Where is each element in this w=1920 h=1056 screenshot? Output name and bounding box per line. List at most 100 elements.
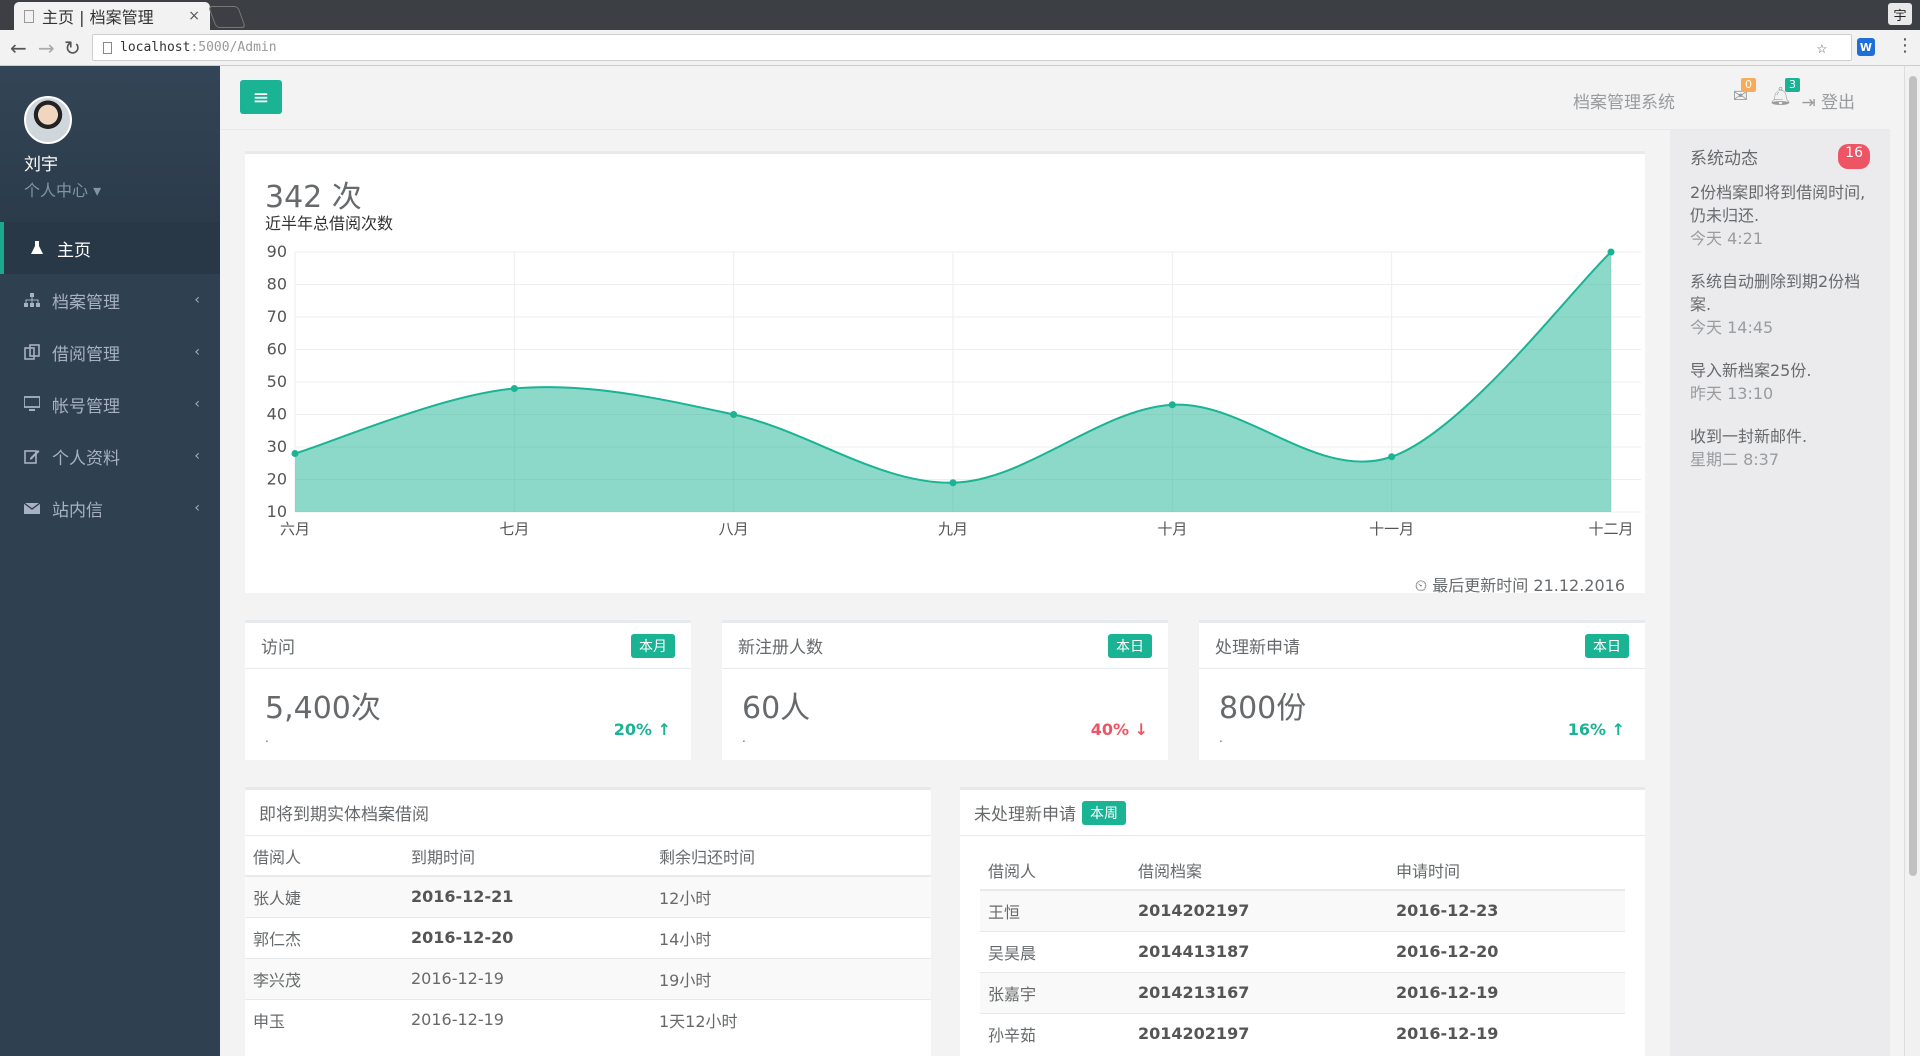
sidebar-item-borrow[interactable]: 借阅管理 ‹ — [0, 326, 220, 378]
feed-item[interactable]: 收到一封新邮件. 星期二 8:37 — [1690, 425, 1870, 471]
level-up-icon: ↑ — [657, 720, 671, 739]
feed-time: 今天 14:45 — [1690, 318, 1774, 337]
feed-item[interactable]: 2份档案即将到借阅时间,仍未归还. 今天 4:21 — [1690, 181, 1870, 250]
top-navbar: ≡ 档案管理系统 ✉ 0 🔔︎ 3 ⇥ 登出 — [220, 66, 1890, 130]
borrow-chart-panel: 342 次 近半年总借阅次数 10 20 30 40 50 60 70 80 90 六月 七月 八月九… — [245, 151, 1645, 595]
page-icon — [24, 9, 34, 23]
data-point — [730, 411, 738, 418]
feed-text: 收到一封新邮件. — [1690, 427, 1808, 446]
sidebar-item-messages[interactable]: 站内信 ‹ — [0, 482, 220, 534]
table-cell: 2016-12-19 — [403, 998, 651, 1040]
feed-time: 星期二 8:37 — [1690, 450, 1780, 469]
data-point — [949, 479, 957, 487]
feed-time: 今天 4:21 — [1690, 229, 1764, 248]
stat-value: 60人 — [742, 691, 811, 726]
sidebar-item-profile[interactable]: 个人资料 ‹ — [0, 430, 220, 482]
table-row[interactable]: 孙辛茹 2014202197 2016-12-19 — [980, 1012, 1625, 1054]
table-cell: 12小时 — [651, 875, 931, 917]
column-header: 借阅人 — [245, 836, 403, 877]
stat-change-value: 16% — [1567, 720, 1607, 739]
table-cell: 2016-12-20 — [1388, 930, 1625, 972]
table-row[interactable]: 张嘉宇 2014213167 2016-12-19 — [980, 971, 1625, 1013]
page-scrollbar[interactable] — [1904, 66, 1920, 1056]
column-header: 申请时间 — [1388, 850, 1625, 891]
avatar[interactable] — [24, 96, 72, 144]
stat-period-badge: 本日 — [1108, 633, 1152, 658]
reload-icon[interactable]: ↻ — [64, 36, 81, 60]
table-row[interactable]: 申玉 2016-12-19 1天12小时 — [245, 998, 931, 1040]
table-row[interactable]: 王恒 2014202197 2016-12-23 — [980, 889, 1625, 931]
sidebar-item-home[interactable]: 主页 — [0, 222, 220, 274]
feed-item[interactable]: 系统自动删除到期2份档案. 今天 14:45 — [1690, 270, 1870, 339]
browser-tab[interactable]: 主页 | 档案管理 × — [14, 2, 210, 30]
logout-label: 登出 — [1821, 93, 1855, 113]
activity-count-badge: 16 — [1838, 144, 1870, 169]
due-table-title: 即将到期实体档案借阅 — [259, 805, 429, 825]
stat-change: 16% ↑ — [1568, 720, 1625, 739]
logout-link[interactable]: ⇥ 登出 — [1801, 88, 1855, 113]
star-icon[interactable]: ☆ — [1817, 38, 1827, 58]
last-updated-text: 最后更新时间 21.12.2016 — [1432, 576, 1625, 595]
clock-icon: ⏲ — [1414, 576, 1433, 595]
sidebar-item-label: 主页 — [57, 240, 91, 261]
table-cell: 张人婕 — [245, 875, 403, 917]
feed-text: 2份档案即将到借阅时间,仍未归还. — [1690, 183, 1866, 225]
sidebar-item-archives[interactable]: 档案管理 ‹ — [0, 274, 220, 326]
back-icon[interactable]: ← — [10, 36, 27, 60]
close-icon[interactable]: × — [188, 8, 200, 24]
y-tick-label: 50 — [267, 372, 287, 391]
column-header: 剩余归还时间 — [651, 836, 931, 877]
table-cell: 2016-12-20 — [403, 916, 651, 958]
stat-card-registrations: 新注册人数 本日 60人 . 40% ↓ — [722, 620, 1168, 760]
sidebar-item-accounts[interactable]: 帐号管理 ‹ — [0, 378, 220, 430]
data-point — [1168, 401, 1176, 409]
period-badge: 本周 — [1082, 800, 1126, 825]
column-header: 借阅档案 — [1130, 850, 1388, 891]
stat-card-requests: 处理新申请 本日 800份 . 16% ↑ — [1199, 620, 1645, 760]
stat-dot: . — [1219, 731, 1223, 745]
table-cell: 2014202197 — [1130, 889, 1388, 931]
stat-change-value: 20% — [613, 720, 653, 739]
profile-button[interactable]: 宇 — [1888, 3, 1912, 25]
extension-icon[interactable]: W — [1857, 38, 1875, 56]
table-row[interactable]: 张人婕 2016-12-21 12小时 — [245, 875, 931, 917]
stat-value: 5,400次 — [265, 691, 381, 726]
table-cell: 郭仁杰 — [245, 916, 403, 958]
table-row[interactable]: 郭仁杰 2016-12-20 14小时 — [245, 916, 931, 958]
chevron-left-icon: ‹ — [194, 344, 200, 360]
menu-icon[interactable]: ⋮ — [1896, 35, 1914, 56]
data-point — [1388, 453, 1396, 461]
stat-change: 40% ↓ — [1091, 720, 1148, 739]
stat-change: 20% ↑ — [614, 720, 671, 739]
chevron-left-icon: ‹ — [194, 500, 200, 516]
menu-toggle-button[interactable]: ≡ — [240, 80, 282, 114]
new-tab-button[interactable] — [207, 6, 247, 28]
sidebar-item-label: 帐号管理 — [52, 396, 120, 417]
stat-title: 新注册人数 — [738, 638, 823, 658]
tab-title: 主页 | 档案管理 — [42, 8, 154, 27]
sidebar-item-label: 借阅管理 — [52, 344, 120, 365]
desktop-icon — [23, 396, 41, 412]
scrollbar-thumb[interactable] — [1909, 76, 1917, 876]
borrow-area-chart: 10 20 30 40 50 60 70 80 90 六月 七月 八月 九月 十月 十一月 十二月 — [267, 242, 1641, 538]
x-tick-label: 七月 — [499, 520, 529, 538]
column-header: 到期时间 — [403, 836, 651, 877]
notification-count-badge: 3 — [1785, 78, 1800, 92]
table-cell: 2016-12-21 — [403, 875, 651, 917]
page-icon — [103, 41, 112, 54]
table-row[interactable]: 吴昊晨 2014413187 2016-12-20 — [980, 930, 1625, 972]
x-tick-label: 十二月 — [1588, 520, 1633, 538]
address-bar[interactable]: localhost:5000/Admin ☆ — [92, 34, 1852, 61]
table-row[interactable]: 李兴茂 2016-12-19 19小时 — [245, 957, 931, 999]
right-sidebar: 系统动态 16 2份档案即将到借阅时间,仍未归还. 今天 4:21 系统自动删除到期… — [1670, 130, 1890, 1056]
user-profile: 刘宇 个人中心 ▾ — [0, 66, 220, 222]
envelope-icon — [23, 500, 41, 516]
feed-item[interactable]: 导入新档案25份. 昨天 13:10 — [1690, 359, 1870, 405]
forward-icon[interactable]: → — [38, 36, 55, 60]
browser-toolbar: ← → ↻ localhost:5000/Admin ☆ W ⋮ — [0, 30, 1920, 66]
pending-table-title: 未处理新申请 — [974, 805, 1076, 825]
table-cell: 2016-12-19 — [403, 957, 651, 999]
y-tick-label: 40 — [267, 405, 287, 424]
table-cell: 孙辛茹 — [980, 1012, 1130, 1054]
user-menu-toggle[interactable]: 个人中心 ▾ — [24, 177, 220, 201]
